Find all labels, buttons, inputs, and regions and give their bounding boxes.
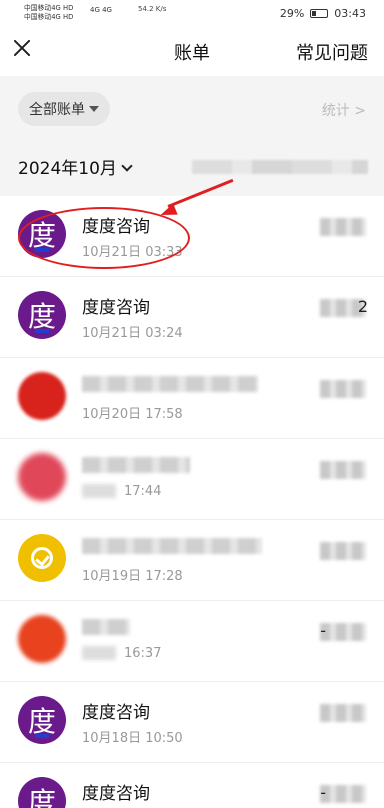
merchant-name-redacted (82, 538, 262, 554)
amount-visible-glyph: - (320, 621, 326, 640)
month-selector[interactable]: 2024年10月 (18, 154, 133, 179)
clock: 03:43 (334, 7, 366, 20)
amount-redacted (320, 218, 366, 236)
battery-fill (312, 11, 317, 16)
month-summary-redacted (192, 160, 368, 174)
merchant-avatar (18, 372, 66, 420)
amount-redacted (320, 623, 366, 641)
merchant-avatar: 度 (18, 291, 66, 339)
merchant-name-redacted (82, 457, 190, 473)
status-bar: 中国移动4G HD 中国移动4G HD 4G 4G 54.2 K/s 29% 0… (0, 0, 384, 30)
month-label: 2024年10月 (18, 159, 117, 179)
stats-link[interactable]: 统计 > (322, 100, 366, 120)
transaction-row[interactable]: 度度度咨询 10月18日 10:50 (0, 682, 384, 763)
transaction-row[interactable]: 17:44 (0, 439, 384, 520)
month-bar: 2024年10月 (0, 140, 384, 196)
merchant-avatar: 度 (18, 777, 66, 808)
transaction-time: 10月18日 10:50 (82, 731, 183, 746)
amount-redacted (320, 785, 366, 803)
transaction-time: 10月21日 03:33 (82, 245, 183, 260)
merchant-name-redacted (82, 619, 130, 635)
amount-redacted (320, 704, 366, 722)
battery-icon (310, 9, 329, 18)
merchant-name: 度度咨询 (82, 298, 150, 318)
transaction-list: 度度度咨询 10月21日 03:33 度度度咨询 10月21日 03:24 2 10月20… (0, 196, 384, 808)
battery-percent: 29% (279, 7, 305, 20)
amount-visible-glyph: - (320, 783, 326, 802)
merchant-avatar (18, 534, 66, 582)
carrier-1: 中国移动4G HD (24, 3, 74, 12)
stopwatch-icon (31, 547, 53, 569)
transaction-time: 10月20日 17:58 (82, 407, 183, 422)
all-bills-label: 全部账单 (29, 102, 85, 118)
merchant-avatar (18, 453, 66, 501)
avatar-tag (35, 734, 49, 738)
merchant-name: 度度咨询 (82, 703, 150, 723)
network-speed: 54.2 K/s (138, 5, 167, 13)
amount-redacted (320, 380, 366, 398)
transaction-row[interactable]: 10月20日 17:58 (0, 358, 384, 439)
status-right: 29% 03:43 (280, 7, 366, 20)
chevron-down-icon (121, 160, 133, 172)
transaction-row[interactable]: 度度度咨询 10月21日 03:33 (0, 196, 384, 277)
merchant-name-redacted (82, 376, 258, 392)
all-bills-filter-button[interactable]: 全部账单 (18, 92, 110, 126)
transaction-time: 17:44 (124, 484, 162, 499)
transaction-row[interactable]: 度度度咨询 10月21日 03:24 2 (0, 277, 384, 358)
filter-bar: 全部账单 统计 > (0, 76, 384, 140)
transaction-time: 10月19日 17:28 (82, 569, 183, 584)
avatar-char: 度 (27, 786, 56, 808)
merchant-name: 度度咨询 (82, 217, 150, 237)
merchant-avatar: 度 (18, 696, 66, 744)
merchant-avatar: 度 (18, 210, 66, 258)
date-redacted (82, 646, 116, 660)
transaction-row[interactable]: 16:37 - (0, 601, 384, 682)
avatar-tag (35, 248, 49, 252)
merchant-name: 度度咨询 (82, 784, 150, 804)
transaction-time: 16:37 (124, 646, 162, 661)
carrier-2: 中国移动4G HD (24, 13, 74, 21)
transaction-row[interactable]: 10月19日 17:28 (0, 520, 384, 601)
faq-link[interactable]: 常见问题 (296, 39, 368, 65)
top-bar: 账单 常见问题 (0, 30, 384, 76)
avatar-tag (35, 329, 49, 333)
amount-redacted (320, 542, 366, 560)
merchant-avatar (18, 615, 66, 663)
amount-visible-glyph: 2 (357, 297, 368, 316)
carrier-info: 中国移动4G HD 中国移动4G HD (24, 3, 73, 22)
transaction-time: 10月21日 03:24 (82, 326, 183, 341)
transaction-row[interactable]: 度 度度咨询 - (0, 763, 384, 808)
amount-redacted (320, 461, 366, 479)
triangle-down-icon (89, 106, 99, 112)
date-redacted (82, 484, 116, 498)
network-indicator: 4G 4G (90, 6, 112, 14)
